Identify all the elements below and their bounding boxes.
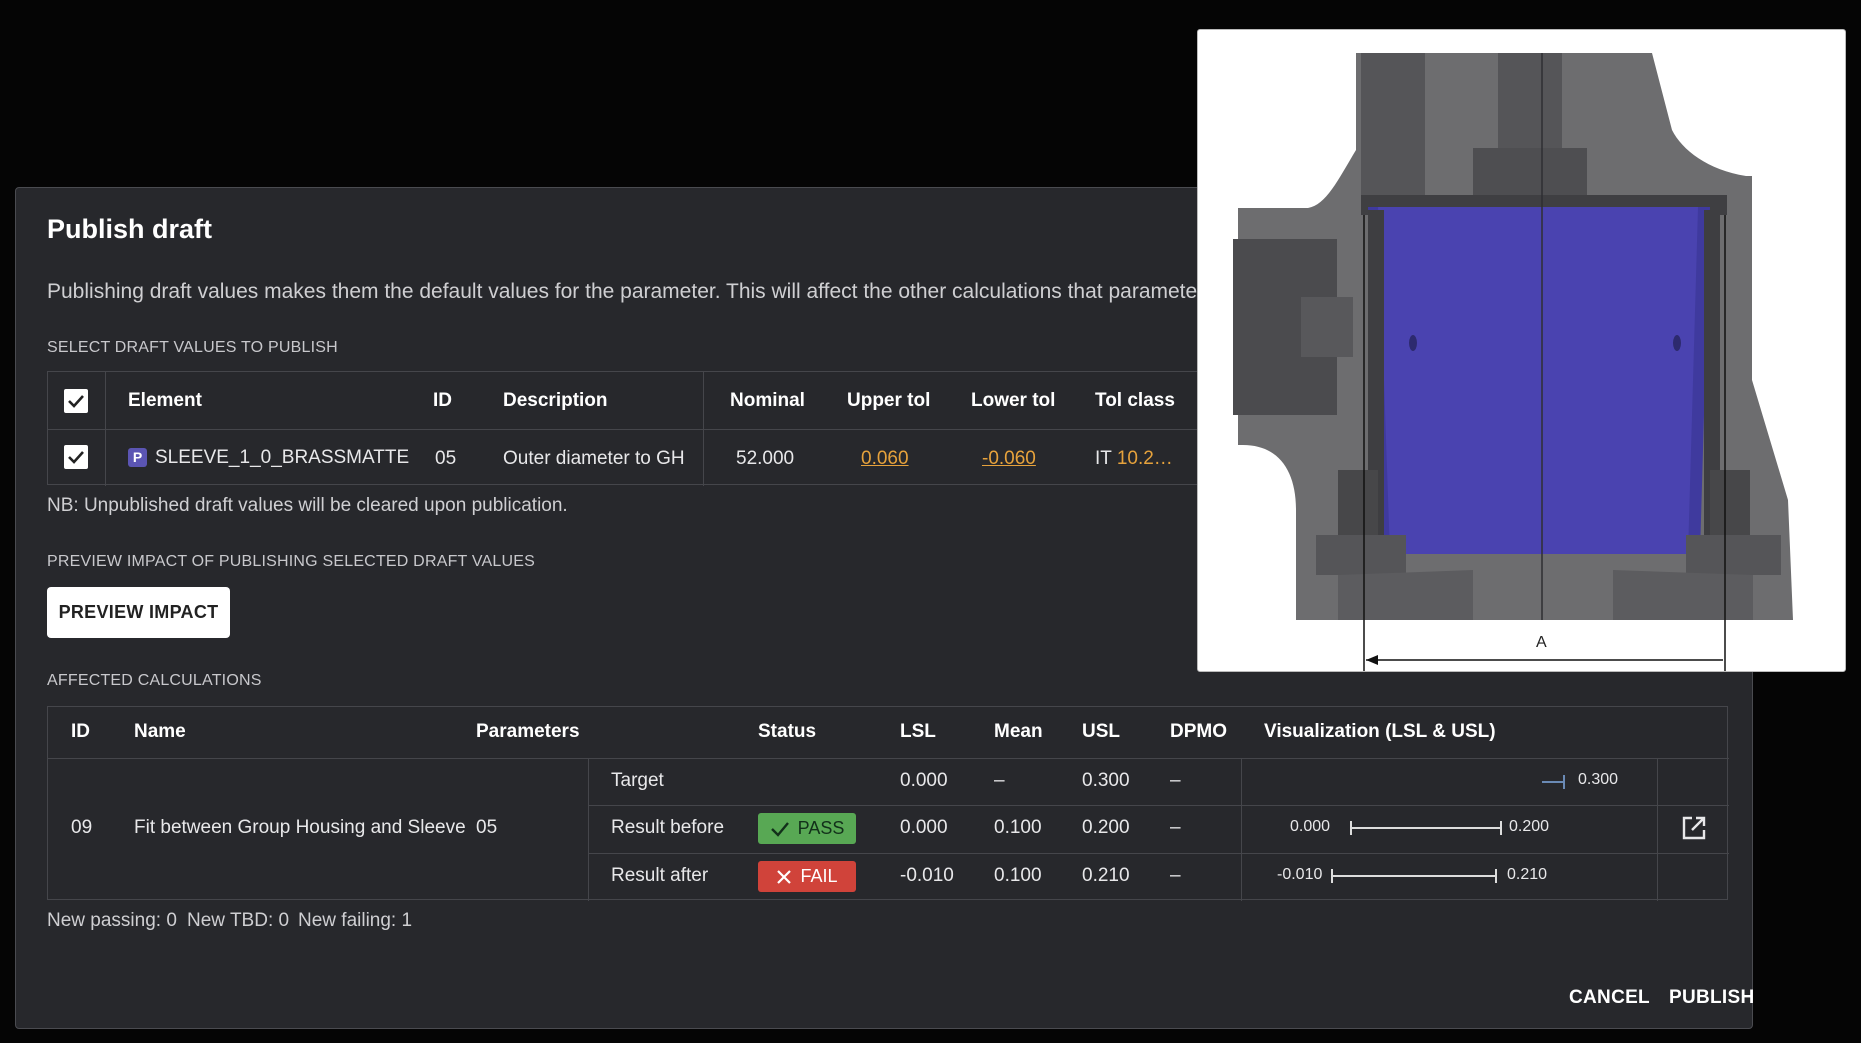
row-id: 05 bbox=[435, 448, 457, 469]
cancel-button[interactable]: CANCEL bbox=[1569, 987, 1650, 1009]
tol-class-prefix: IT bbox=[1095, 448, 1112, 469]
before-dpmo: – bbox=[1170, 817, 1181, 838]
element-cell: P SLEEVE_1_0_BRASSMATTE bbox=[128, 447, 409, 469]
parameter-badge: P bbox=[128, 448, 147, 467]
header-tol-class: Tol class bbox=[1095, 390, 1175, 411]
calc-header-usl: USL bbox=[1082, 721, 1120, 742]
checkmark-icon bbox=[68, 451, 84, 464]
after-mean: 0.100 bbox=[994, 865, 1042, 886]
target-dpmo: – bbox=[1170, 770, 1181, 791]
calc-header-id: ID bbox=[71, 721, 90, 742]
after-dpmo: – bbox=[1170, 865, 1181, 886]
target-mean: – bbox=[994, 770, 1005, 791]
row-nominal: 52.000 bbox=[736, 448, 795, 469]
affected-calculations-table: ID Name Parameters Status LSL Mean USL D… bbox=[47, 706, 1729, 901]
status-badge-pass: PASS bbox=[758, 813, 856, 844]
select-draft-values-label: SELECT DRAFT VALUES TO PUBLISH bbox=[47, 339, 338, 356]
before-range-bar bbox=[1350, 821, 1502, 835]
calc-header-lsl: LSL bbox=[900, 721, 936, 742]
calc-name[interactable]: Fit between Group Housing and Sleeve bbox=[134, 817, 466, 839]
calc-header-name: Name bbox=[134, 721, 186, 742]
check-icon bbox=[770, 821, 789, 837]
dimension-label: A bbox=[1536, 634, 1547, 651]
header-id: ID bbox=[433, 390, 452, 411]
calc-header-parameters: Parameters bbox=[476, 721, 580, 742]
checkmark-icon bbox=[68, 395, 84, 408]
new-failing-count: New failing: 1 bbox=[298, 910, 413, 931]
calc-parameters: 05 bbox=[476, 817, 498, 838]
after-usl: 0.210 bbox=[1082, 865, 1130, 886]
calc-header-dpmo: DPMO bbox=[1170, 721, 1227, 742]
dialog-title: Publish draft bbox=[47, 214, 213, 244]
row-description: Outer diameter to GH bbox=[503, 448, 685, 469]
status-badge-fail: FAIL bbox=[758, 861, 856, 892]
calc-header-mean: Mean bbox=[994, 721, 1043, 742]
calc-id: 09 bbox=[71, 817, 93, 838]
after-range-bar bbox=[1331, 869, 1497, 883]
target-usl-marker bbox=[1542, 775, 1565, 789]
calc-header-status: Status bbox=[758, 721, 817, 742]
tol-class-value: 10.2… bbox=[1116, 448, 1173, 469]
calc-header-visualization: Visualization (LSL & USL) bbox=[1264, 721, 1496, 742]
cad-drawing-preview: A bbox=[1197, 29, 1846, 672]
publish-button[interactable]: PUBLISH bbox=[1669, 987, 1755, 1009]
header-nominal: Nominal bbox=[730, 390, 805, 411]
lower-tol-link[interactable]: -0.060 bbox=[982, 448, 1036, 470]
before-mean: 0.100 bbox=[994, 817, 1042, 838]
row-tol-class: IT 10.2… bbox=[1095, 448, 1173, 470]
header-lower-tol: Lower tol bbox=[971, 390, 1056, 411]
header-element: Element bbox=[128, 390, 202, 411]
after-lsl: -0.010 bbox=[900, 865, 954, 886]
row-label-result-before: Result before bbox=[611, 817, 725, 838]
vis-target-usl: 0.300 bbox=[1578, 771, 1619, 788]
header-upper-tol: Upper tol bbox=[847, 390, 931, 411]
before-lsl: 0.000 bbox=[900, 817, 948, 838]
unpublished-note: NB: Unpublished draft values will be cle… bbox=[47, 495, 568, 516]
close-icon bbox=[777, 869, 792, 884]
header-description: Description bbox=[503, 390, 608, 411]
upper-tol-link[interactable]: 0.060 bbox=[861, 448, 909, 470]
new-passing-count: New passing: 0 bbox=[47, 910, 177, 931]
vis-after-usl: 0.210 bbox=[1507, 866, 1548, 883]
element-name: SLEEVE_1_0_BRASSMATTE bbox=[155, 447, 410, 468]
vis-after-lsl: -0.010 bbox=[1277, 866, 1323, 883]
target-lsl: 0.000 bbox=[900, 770, 948, 791]
affected-calculations-label: AFFECTED CALCULATIONS bbox=[47, 672, 262, 689]
before-usl: 0.200 bbox=[1082, 817, 1130, 838]
select-all-checkbox[interactable] bbox=[64, 389, 88, 413]
cad-section-drawing bbox=[1233, 53, 1793, 671]
new-tbd-count: New TBD: 0 bbox=[187, 910, 290, 931]
preview-impact-label: PREVIEW IMPACT OF PUBLISHING SELECTED DR… bbox=[47, 553, 536, 570]
row-label-target: Target bbox=[611, 770, 664, 791]
row-label-result-after: Result after bbox=[611, 865, 709, 886]
vis-before-usl: 0.200 bbox=[1509, 818, 1550, 835]
dialog-intro-text: Publishing draft values makes them the d… bbox=[47, 280, 1254, 303]
vis-before-lsl: 0.000 bbox=[1290, 818, 1331, 835]
target-usl: 0.300 bbox=[1082, 770, 1130, 791]
row-checkbox[interactable] bbox=[64, 445, 88, 469]
open-external-icon[interactable] bbox=[1680, 814, 1708, 842]
preview-impact-button[interactable]: PREVIEW IMPACT bbox=[47, 587, 230, 638]
